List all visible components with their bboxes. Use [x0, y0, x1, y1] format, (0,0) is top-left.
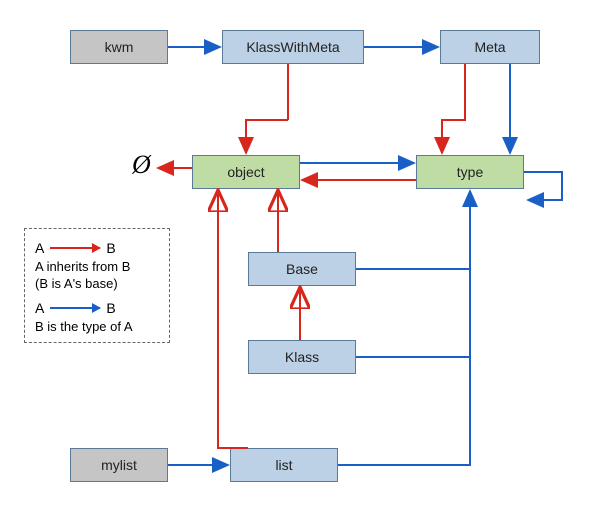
- node-type: type: [416, 155, 524, 189]
- legend-inherits-text: A inherits from B: [35, 259, 159, 274]
- legend-A2: A: [35, 300, 44, 316]
- legend-inherits-sub: (B is A's base): [35, 276, 159, 291]
- legend-arrow-red: [50, 247, 100, 249]
- node-klass: Klass: [248, 340, 356, 374]
- node-kwm: kwm: [70, 30, 168, 64]
- node-object: object: [192, 155, 300, 189]
- edge-meta-type-inherits: [442, 64, 465, 153]
- legend-row-inherits: A B: [35, 237, 159, 259]
- legend-B2: B: [106, 300, 115, 316]
- legend-B1: B: [106, 240, 115, 256]
- edge-list-type: [338, 191, 470, 465]
- edge-type-type-loop-a: [524, 172, 562, 200]
- legend-A1: A: [35, 240, 44, 256]
- legend-arrow-blue: [50, 307, 100, 309]
- phi-symbol: Ø: [132, 150, 151, 180]
- edge-base-type: [356, 191, 470, 269]
- legend-row-typeof: A B: [35, 297, 159, 319]
- legend-typeof-text: B is the type of A: [35, 319, 159, 334]
- node-list: list: [230, 448, 338, 482]
- node-mylist: mylist: [70, 448, 168, 482]
- edge-list-object: [218, 192, 248, 448]
- node-klasswithmeta: KlassWithMeta: [222, 30, 364, 64]
- node-base: Base: [248, 252, 356, 286]
- edge-kwm-object-b: [246, 120, 288, 153]
- legend-box: A B A inherits from B (B is A's base) A …: [24, 228, 170, 343]
- node-meta: Meta: [440, 30, 540, 64]
